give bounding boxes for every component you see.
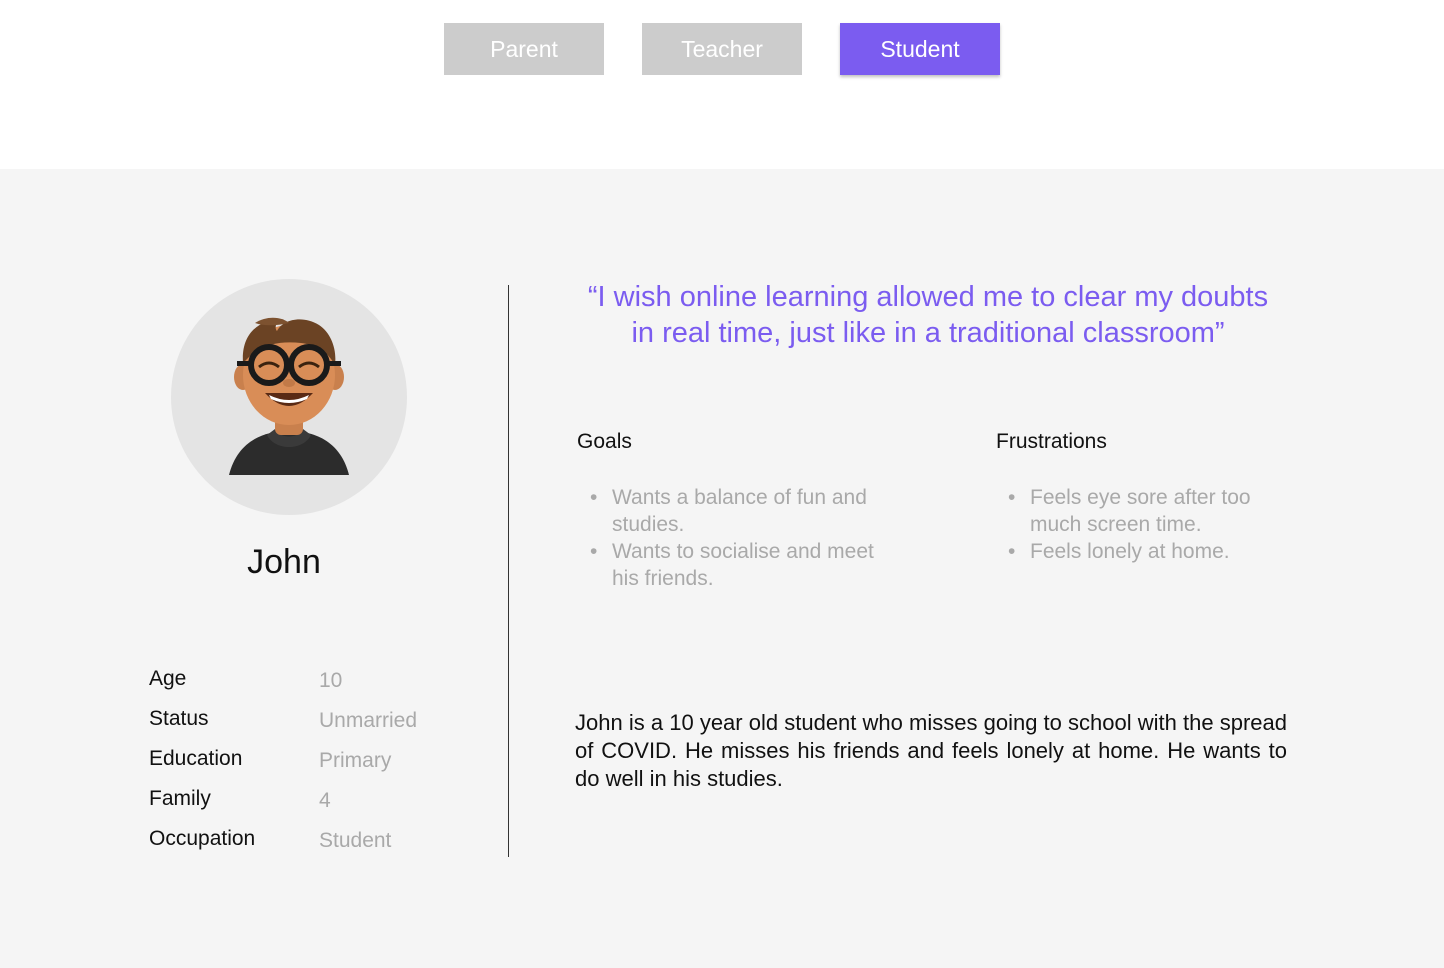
list-item: Wants a balance of fun and studies. xyxy=(590,484,882,538)
detail-row-education: Education Primary xyxy=(149,747,449,787)
frustrations-list: Feels eye sore after too much screen tim… xyxy=(995,484,1300,565)
detail-row-family: Family 4 xyxy=(149,787,449,827)
avatar xyxy=(171,279,407,515)
detail-label: Occupation xyxy=(149,827,256,850)
detail-row-occupation: Occupation Student xyxy=(149,827,449,867)
tab-student[interactable]: Student xyxy=(840,23,1000,75)
tab-parent[interactable]: Parent xyxy=(444,23,604,75)
persona-quote: “I wish online learning allowed me to cl… xyxy=(587,281,1269,349)
detail-value: Primary xyxy=(319,749,392,772)
detail-value: 10 xyxy=(319,669,343,692)
detail-label: Family xyxy=(149,787,211,810)
list-item: Feels lonely at home. xyxy=(1008,538,1300,565)
goals-title: Goals xyxy=(577,430,632,453)
detail-row-status: Status Unmarried xyxy=(149,707,449,747)
persona-name: John xyxy=(247,543,321,581)
role-tabs: Parent Teacher Student xyxy=(0,0,1444,169)
detail-label: Status xyxy=(149,707,209,730)
student-avatar-icon xyxy=(229,317,349,475)
detail-value: Student xyxy=(319,829,392,852)
detail-value: 4 xyxy=(319,789,331,812)
persona-details: Age 10 Status Unmarried Education Primar… xyxy=(149,667,449,867)
persona-panel: John Age 10 Status Unmarried Education P… xyxy=(0,169,1444,968)
list-item: Feels eye sore after too much screen tim… xyxy=(1008,484,1300,538)
detail-value: Unmarried xyxy=(319,709,418,732)
frustrations-title: Frustrations xyxy=(996,430,1107,453)
goals-list: Wants a balance of fun and studies. Want… xyxy=(577,484,882,592)
list-item: Wants to socialise and meet his friends. xyxy=(590,538,882,592)
detail-row-age: Age 10 xyxy=(149,667,449,707)
detail-label: Age xyxy=(149,667,187,690)
detail-label: Education xyxy=(149,747,243,770)
persona-bio: John is a 10 year old student who misses… xyxy=(575,710,1287,791)
vertical-divider xyxy=(508,285,509,857)
tab-teacher[interactable]: Teacher xyxy=(642,23,802,75)
